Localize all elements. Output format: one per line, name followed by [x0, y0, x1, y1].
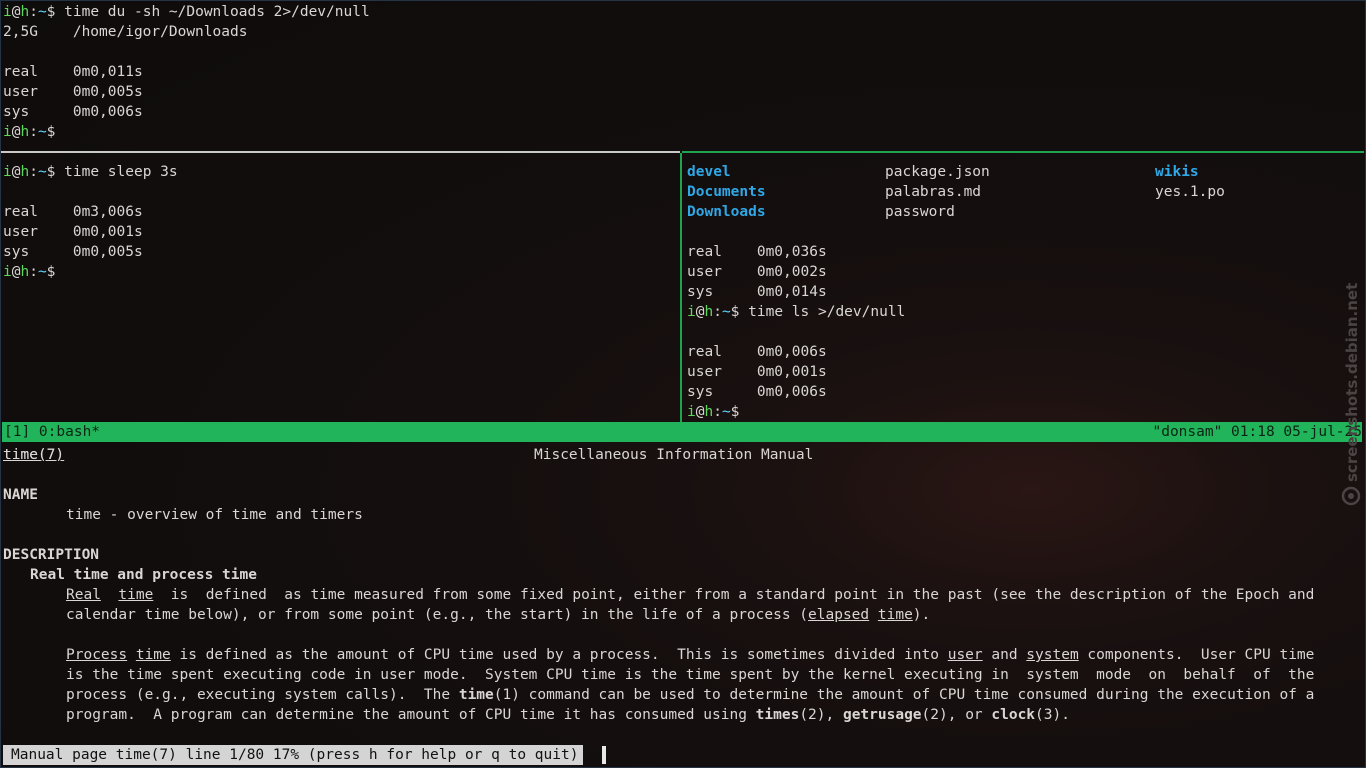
timing-real: real 0m0,011s	[3, 64, 143, 80]
timing-sys: sys 0m0,006s	[687, 384, 827, 400]
man-header-right: time(7)	[3, 447, 65, 463]
paragraph-line: is the time spent executing code in user…	[66, 667, 1315, 683]
timing-sys: sys 0m0,014s	[687, 284, 827, 300]
pane-border-vertical[interactable]	[680, 153, 682, 422]
timing-sys: sys 0m0,005s	[3, 244, 143, 260]
ls-entry-dir: Downloads	[687, 204, 766, 220]
command-text: time ls >/dev/null	[748, 304, 906, 320]
debian-swirl-icon	[1341, 486, 1361, 506]
ls-entry-dir: Documents	[687, 184, 766, 200]
section-heading-name: NAME	[3, 487, 38, 503]
prompt-line: i@h:~$ time du -sh ~/Downloads 2>/dev/nu…	[3, 4, 370, 20]
paragraph-line: Real time is defined as time measured fr…	[66, 587, 1315, 603]
paragraph-line: program. A program can determine the amo…	[66, 707, 1070, 723]
prompt-line: i@h:~$	[687, 404, 740, 420]
timing-user: user 0m0,002s	[687, 264, 827, 280]
ls-entry-file: package.json	[885, 164, 990, 180]
terminal-screen: i@h:~$ time du -sh ~/Downloads 2>/dev/nu…	[0, 0, 1366, 768]
prompt-line: i@h:~$ time sleep 3s	[3, 164, 178, 180]
paragraph-line: calendar time below), or from some point…	[66, 607, 931, 623]
tmux-pane-top[interactable]: i@h:~$ time du -sh ~/Downloads 2>/dev/nu…	[3, 0, 1363, 150]
pane-border-active	[682, 151, 1364, 153]
paragraph-line: process (e.g., executing system calls). …	[66, 687, 1315, 703]
prompt-line: i@h:~$	[3, 124, 56, 140]
timing-real: real 0m0,036s	[687, 244, 827, 260]
name-text: time - overview of time and timers	[66, 507, 363, 523]
tmux-pane-right[interactable]: devel Documents Downloads package.json p…	[687, 162, 1362, 420]
ls-entry-dir: devel	[687, 164, 731, 180]
prompt-line: i@h:~$ time ls >/dev/null	[687, 304, 906, 320]
tmux-window-list[interactable]: [1] 0:bash*	[4, 422, 100, 442]
timing-real: real 0m0,006s	[687, 344, 827, 360]
ls-entry-file: password	[885, 204, 955, 220]
pane-border	[0, 151, 680, 153]
ls-entry-file: palabras.md	[885, 184, 982, 200]
ls-entry-file: yes.1.po	[1155, 184, 1225, 200]
timing-user: user 0m0,001s	[687, 364, 827, 380]
terminal-cursor	[602, 746, 606, 764]
paragraph-line: Process time is defined as the amount of…	[66, 647, 1315, 663]
command-text: time sleep 3s	[64, 164, 178, 180]
prompt-line: i@h:~$	[3, 264, 56, 280]
watermark-text: screenshots.debian.net	[1343, 282, 1361, 482]
timing-user: user 0m0,005s	[3, 84, 143, 100]
timing-real: real 0m3,006s	[3, 204, 143, 220]
tmux-status-right: "donsam" 01:18 05-jul-25	[1152, 424, 1362, 440]
section-heading-description: DESCRIPTION	[3, 547, 100, 563]
man-page-pane[interactable]: time(7) Miscellaneous Information Manual…	[3, 445, 1365, 745]
tmux-pane-left[interactable]: i@h:~$ time sleep 3s real 0m3,006s user …	[3, 162, 678, 420]
less-status-prompt: Manual page time(7) line 1/80 17% (press…	[3, 745, 584, 765]
output-line: 2,5G /home/igor/Downloads	[3, 24, 248, 40]
timing-sys: sys 0m0,006s	[3, 104, 143, 120]
subsection-heading: Real time and process time	[30, 567, 257, 583]
ls-entry-dir: wikis	[1155, 164, 1199, 180]
command-text: time du -sh ~/Downloads 2>/dev/null	[64, 4, 370, 20]
tmux-status-bar: [1] 0:bash* "donsam" 01:18 05-jul-25	[2, 422, 1362, 442]
timing-user: user 0m0,001s	[3, 224, 143, 240]
